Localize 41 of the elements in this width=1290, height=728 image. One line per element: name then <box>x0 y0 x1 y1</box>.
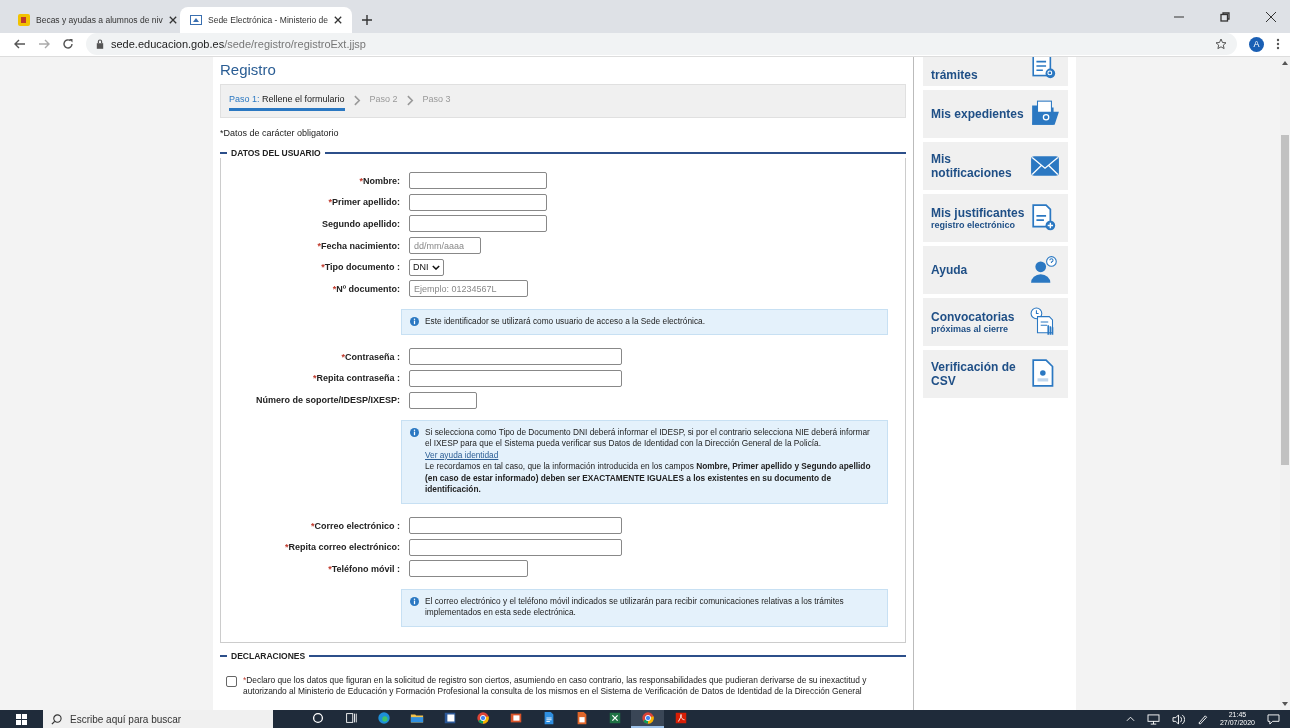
sidebar-item[interactable]: Mis notificaciones <box>923 141 1068 190</box>
input-field[interactable]: Ejemplo: 01234567L <box>409 280 528 298</box>
info-text: El correo electrónico y el teléfono móvil indicados se utilizarán para recibir comunicaciones relativas a los trámites implementados en esta sede electrónica. <box>425 595 845 619</box>
sidebar-item[interactable]: Verificación de CSV <box>923 349 1068 398</box>
info-text: Le recordamos en tal caso, que la información introducida en los campos Nombre, Primer apellido y Segundo apellido (en caso de estar informado) deben ser EXACTAMENTE IGUALES a los existentes en su documento de identificación. <box>425 461 872 496</box>
required-note: *Datos de carácter obligatorio <box>220 127 340 138</box>
sidebar-item[interactable]: Mis expedientes <box>923 89 1068 138</box>
input-field[interactable]: dd/mm/aaaa <box>409 237 481 255</box>
step-label: Paso 3 <box>422 93 451 107</box>
field-label: *Contraseña : <box>340 351 400 362</box>
document-type-select[interactable]: DNI <box>409 258 444 276</box>
step-label: Paso 1: Rellene el formulario <box>229 90 345 112</box>
browser-tab[interactable]: Becas y ayudas a alumnos de niv <box>8 7 180 33</box>
help-link[interactable]: Ver ayuda identidad <box>425 449 499 462</box>
sidebar-item[interactable]: Convocatorias próximas al cierre <box>923 297 1068 346</box>
browser-tab[interactable]: Sede Electrónica - Ministerio de <box>180 7 352 33</box>
page-title: Registro <box>220 60 277 78</box>
step-label: Paso 2 <box>369 93 398 107</box>
field-label: *Teléfono móvil : <box>327 563 400 574</box>
url-text: sede.educacion.gob.es/sede/registro/registroExt.jjsp <box>111 38 366 51</box>
field-label: *Repita contraseña : <box>311 373 400 384</box>
taskbar-search-field[interactable]: Escribe aquí para buscar <box>43 710 273 728</box>
field-label: Número de soporte/IDESP/IXESP: <box>254 395 400 405</box>
field-label: Segundo apellido: <box>321 218 400 229</box>
profile-avatar[interactable]: A <box>1249 37 1264 52</box>
field-label: *Fecha nacimiento: <box>316 240 400 251</box>
info-text: Este identificador se utilizará como usuario de acceso a la Sede electrónica. <box>425 315 705 328</box>
sidebar-item[interactable]: Mis justificantes registro electrónico <box>923 193 1068 242</box>
field-label: *Primer apellido: <box>327 197 400 208</box>
declaration-text: *Declaro que los datos que figuran en la solicitud de registro son ciertos, asumiendo en caso contrario, las responsabilidades que pudieran derivarse de su inexactitud y autorizando al Ministerio de Educación y Formación Profesional la consulta de los mismos en el Sistema de Verificación de Datos de Identidad de la Dirección General <box>243 674 868 697</box>
field-label: *Correo electrónico : <box>309 520 400 531</box>
sidebar-item[interactable]: trámites <box>923 56 1068 86</box>
field-label: *Tipo documento : <box>320 262 400 273</box>
section-heading: DECLARACIONES <box>231 650 306 661</box>
section-heading: DATOS DEL USUARIO <box>231 147 321 158</box>
field-label: *Nombre: <box>358 175 400 186</box>
address-bar[interactable]: sede.educacion.gob.es/sede/registro/registroExt.jjsp <box>86 33 1237 56</box>
field-label: *Repita correo electrónico: <box>283 542 400 553</box>
field-label: *Nº documento: <box>331 283 400 294</box>
info-text: Si selecciona como Tipo de Documento DNI deberá informar el IDESP, si por el contrario selecciona NIE deberá informar el IXESP para que el Sistema pueda verificar sus Datos de Identidad con la Dirección General de la Policía. <box>425 426 871 450</box>
sidebar-item[interactable]: Ayuda <box>923 245 1068 294</box>
